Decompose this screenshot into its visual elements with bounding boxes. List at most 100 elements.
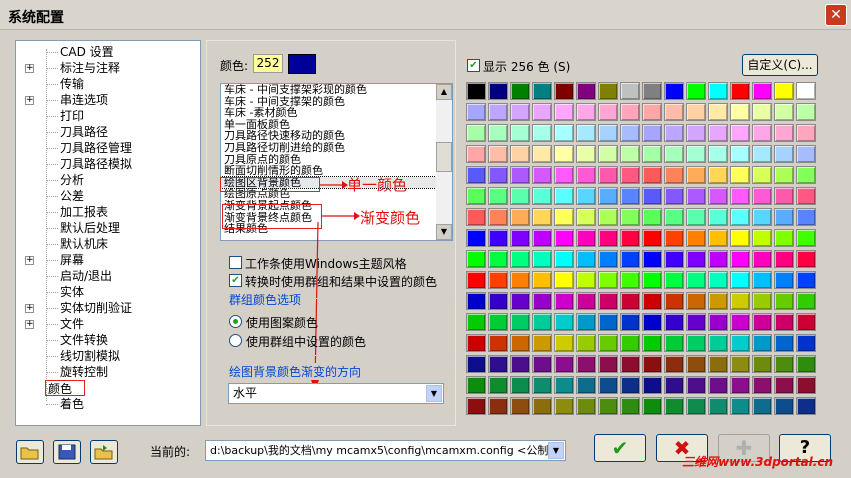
color-swatch-cell[interactable] bbox=[532, 271, 552, 289]
color-swatch-cell[interactable] bbox=[576, 313, 596, 331]
color-swatch-cell[interactable] bbox=[664, 208, 684, 226]
expand-icon[interactable]: + bbox=[25, 96, 34, 105]
color-swatch-cell[interactable] bbox=[466, 250, 486, 268]
color-swatch-cell[interactable] bbox=[488, 229, 508, 247]
color-swatch-cell[interactable] bbox=[642, 334, 662, 352]
color-swatch-cell[interactable] bbox=[532, 376, 552, 394]
color-swatch-cell[interactable] bbox=[598, 292, 618, 310]
color-swatch-cell[interactable] bbox=[796, 334, 816, 352]
color-swatch-cell[interactable] bbox=[554, 82, 574, 100]
color-swatch-cell[interactable] bbox=[532, 397, 552, 415]
color-swatch-cell[interactable] bbox=[576, 82, 596, 100]
color-swatch-cell[interactable] bbox=[576, 250, 596, 268]
color-swatch-cell[interactable] bbox=[620, 292, 640, 310]
color-swatch-cell[interactable] bbox=[708, 334, 728, 352]
color-swatch-cell[interactable] bbox=[554, 271, 574, 289]
list-item[interactable]: 断面切削情形的颜色 bbox=[221, 165, 452, 177]
gradient-direction-select[interactable]: 水平 ▼ bbox=[228, 383, 444, 404]
color-swatch-cell[interactable] bbox=[796, 208, 816, 226]
tree-item[interactable]: 文件转换 bbox=[60, 332, 108, 348]
color-swatch-cell[interactable] bbox=[774, 292, 794, 310]
color-swatch-cell[interactable] bbox=[752, 376, 772, 394]
color-swatch-cell[interactable] bbox=[488, 124, 508, 142]
list-item[interactable]: 车床 -素材颜色 bbox=[221, 107, 452, 119]
color-swatch-cell[interactable] bbox=[510, 166, 530, 184]
color-swatch-cell[interactable] bbox=[466, 229, 486, 247]
color-swatch-cell[interactable] bbox=[730, 166, 750, 184]
color-swatch-cell[interactable] bbox=[642, 124, 662, 142]
color-swatch-cell[interactable] bbox=[664, 271, 684, 289]
chevron-down-icon[interactable]: ▼ bbox=[548, 442, 564, 459]
color-swatch-cell[interactable] bbox=[642, 208, 662, 226]
color-swatch-cell[interactable] bbox=[664, 103, 684, 121]
color-swatch-cell[interactable] bbox=[664, 376, 684, 394]
color-swatch-cell[interactable] bbox=[598, 208, 618, 226]
tree-item[interactable]: 实体切削验证 bbox=[60, 300, 132, 316]
tree-item[interactable]: 屏幕 bbox=[60, 252, 84, 268]
color-swatch-cell[interactable] bbox=[796, 355, 816, 373]
color-swatch-cell[interactable] bbox=[510, 271, 530, 289]
tree-item[interactable]: 默认后处理 bbox=[60, 220, 120, 236]
color-swatch-cell[interactable] bbox=[642, 145, 662, 163]
color-swatch-cell[interactable] bbox=[752, 229, 772, 247]
color-swatch-cell[interactable] bbox=[774, 166, 794, 184]
color-swatch-cell[interactable] bbox=[510, 313, 530, 331]
color-swatch-cell[interactable] bbox=[598, 82, 618, 100]
color-swatch-cell[interactable] bbox=[620, 229, 640, 247]
color-swatch-cell[interactable] bbox=[554, 145, 574, 163]
color-swatch-cell[interactable] bbox=[620, 313, 640, 331]
color-swatch-cell[interactable] bbox=[510, 187, 530, 205]
list-item[interactable]: 刀具路径快速移动的颜色 bbox=[221, 130, 452, 142]
color-swatch-cell[interactable] bbox=[576, 271, 596, 289]
color-swatch-cell[interactable] bbox=[466, 145, 486, 163]
color-swatch-cell[interactable] bbox=[686, 82, 706, 100]
color-swatch-cell[interactable] bbox=[488, 397, 508, 415]
color-swatch-cell[interactable] bbox=[796, 82, 816, 100]
color-swatch-cell[interactable] bbox=[642, 166, 662, 184]
color-swatch-cell[interactable] bbox=[664, 292, 684, 310]
color-swatch-cell[interactable] bbox=[488, 313, 508, 331]
color-swatch-cell[interactable] bbox=[642, 187, 662, 205]
color-swatch-cell[interactable] bbox=[664, 355, 684, 373]
color-swatch-cell[interactable] bbox=[796, 166, 816, 184]
tree-item[interactable]: 颜色 bbox=[45, 380, 86, 396]
color-swatch-cell[interactable] bbox=[576, 145, 596, 163]
expand-icon[interactable]: + bbox=[25, 256, 34, 265]
color-swatch-cell[interactable] bbox=[576, 208, 596, 226]
color-swatch-cell[interactable] bbox=[664, 313, 684, 331]
color-swatch-cell[interactable] bbox=[664, 166, 684, 184]
color-swatch-cell[interactable] bbox=[532, 187, 552, 205]
color-swatch-cell[interactable] bbox=[708, 313, 728, 331]
color-swatch-cell[interactable] bbox=[686, 355, 706, 373]
color-swatch-cell[interactable] bbox=[686, 397, 706, 415]
color-swatch-cell[interactable] bbox=[510, 397, 530, 415]
color-swatch-cell[interactable] bbox=[598, 145, 618, 163]
color-swatch-cell[interactable] bbox=[796, 397, 816, 415]
color-swatch-cell[interactable] bbox=[686, 187, 706, 205]
color-swatch-cell[interactable] bbox=[796, 271, 816, 289]
color-swatch-cell[interactable] bbox=[686, 124, 706, 142]
color-swatch-cell[interactable] bbox=[730, 376, 750, 394]
close-button[interactable]: ✕ bbox=[825, 4, 847, 26]
color-swatch-cell[interactable] bbox=[664, 334, 684, 352]
save-config-button[interactable] bbox=[53, 440, 81, 464]
convert-group-checkbox[interactable]: ✔ bbox=[229, 274, 242, 287]
color-swatch-cell[interactable] bbox=[686, 229, 706, 247]
open-config-button[interactable] bbox=[16, 440, 44, 464]
color-swatch-cell[interactable] bbox=[532, 166, 552, 184]
color-swatch-cell[interactable] bbox=[730, 229, 750, 247]
color-swatch-cell[interactable] bbox=[466, 103, 486, 121]
tree-item[interactable]: 实体 bbox=[60, 284, 84, 300]
color-swatch-cell[interactable] bbox=[752, 145, 772, 163]
color-swatch-cell[interactable] bbox=[466, 292, 486, 310]
color-swatch-cell[interactable] bbox=[774, 355, 794, 373]
color-swatch-cell[interactable] bbox=[686, 166, 706, 184]
tree-item[interactable]: 线切割模拟 bbox=[60, 348, 120, 364]
workbar-theme-checkbox[interactable] bbox=[229, 256, 242, 269]
color-swatch-cell[interactable] bbox=[554, 313, 574, 331]
expand-icon[interactable]: + bbox=[25, 304, 34, 313]
color-swatch-cell[interactable] bbox=[664, 124, 684, 142]
color-swatch-cell[interactable] bbox=[510, 229, 530, 247]
color-swatch-cell[interactable] bbox=[466, 271, 486, 289]
list-item[interactable]: 刀具路径切削进给的颜色 bbox=[221, 142, 452, 154]
